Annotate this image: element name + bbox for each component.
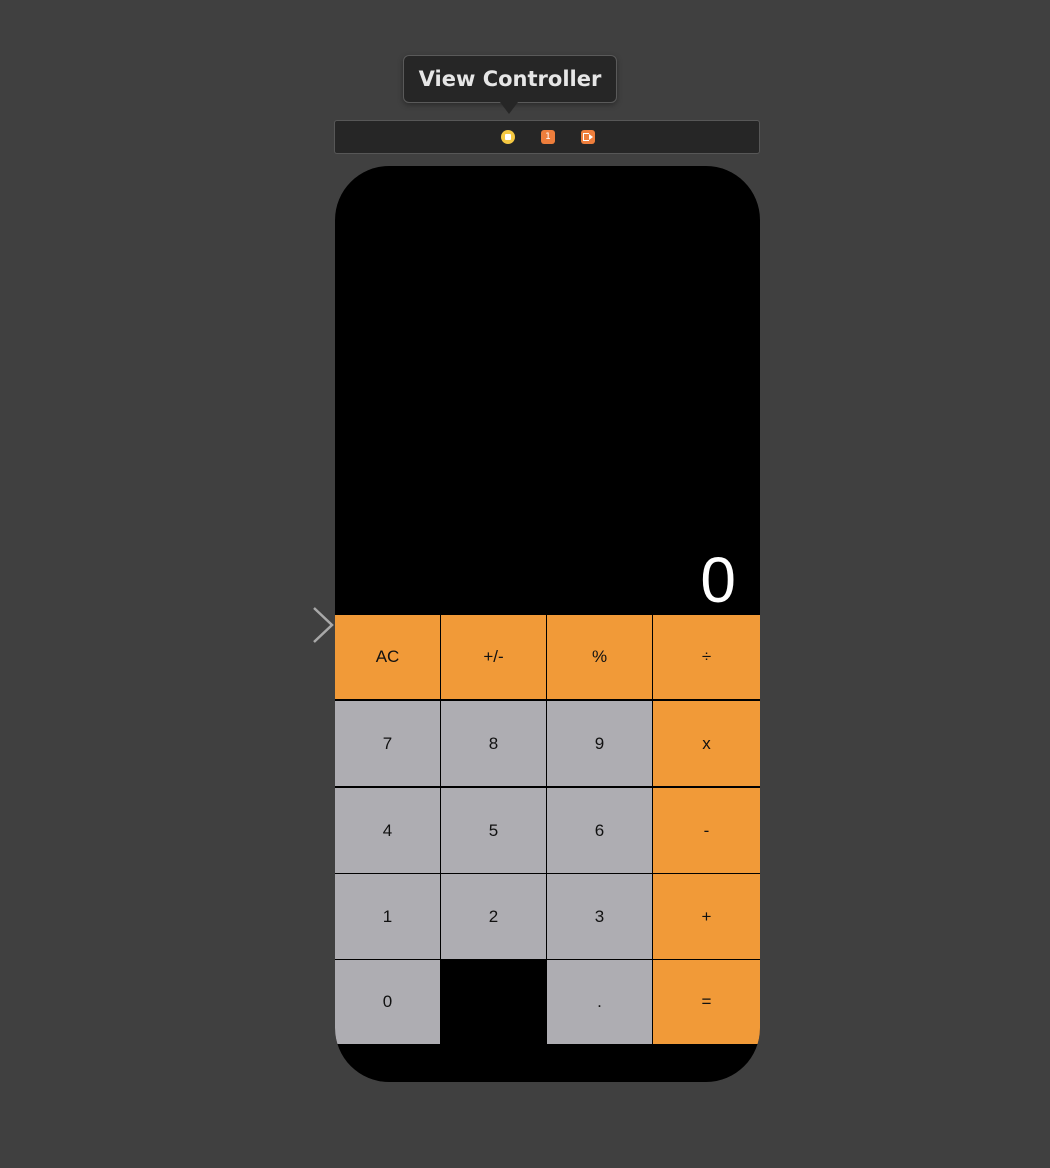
multiply-button[interactable]: x	[653, 701, 760, 786]
entry-point-arrow-icon[interactable]	[226, 606, 338, 644]
device-frame: 0 AC +/-% ÷ 7 8 9 x 4 5 6- 1 2 3 +0. =	[335, 166, 760, 1082]
scene-title-pointer	[500, 102, 518, 114]
exit-icon[interactable]	[581, 130, 595, 144]
storyboard-canvas: View Controller 1 0 AC +/-% ÷ 7 8 9 x 4 5 6-1 2 3 +0…	[0, 0, 1050, 1168]
first-responder-icon[interactable]: 1	[541, 130, 555, 144]
scene-dock: 1	[334, 120, 760, 154]
add-button[interactable]: +	[653, 874, 760, 959]
digit-3-button[interactable]: 3	[547, 874, 652, 959]
percent-button[interactable]: %	[547, 615, 652, 699]
keypad: AC +/-% ÷ 7 8 9 x 4 5 6- 1 2 3 +0. =	[335, 615, 760, 1045]
digit-1-button[interactable]: 1	[335, 874, 440, 959]
digit-0-button[interactable]: 0	[335, 960, 440, 1044]
digit-6-button[interactable]: 6	[547, 788, 652, 873]
scene-title-label: View Controller	[418, 67, 602, 91]
digit-9-button[interactable]: 9	[547, 701, 652, 786]
digit-2-button[interactable]: 2	[441, 874, 546, 959]
digit-8-button[interactable]: 8	[441, 701, 546, 786]
digit-7-button[interactable]: 7	[335, 701, 440, 786]
result-display: 0	[700, 544, 736, 616]
decimal-button[interactable]: .	[547, 960, 652, 1044]
digit-4-button[interactable]: 4	[335, 788, 440, 873]
sign-toggle-button[interactable]: +/-	[441, 615, 546, 699]
view-controller-icon[interactable]	[501, 130, 515, 144]
digit-5-button[interactable]: 5	[441, 788, 546, 873]
scene-title[interactable]: View Controller	[403, 55, 617, 103]
equals-button[interactable]: =	[653, 960, 760, 1044]
divide-button[interactable]: ÷	[653, 615, 760, 699]
subtract-button[interactable]: -	[653, 788, 760, 873]
all-clear-button[interactable]: AC	[335, 615, 440, 699]
